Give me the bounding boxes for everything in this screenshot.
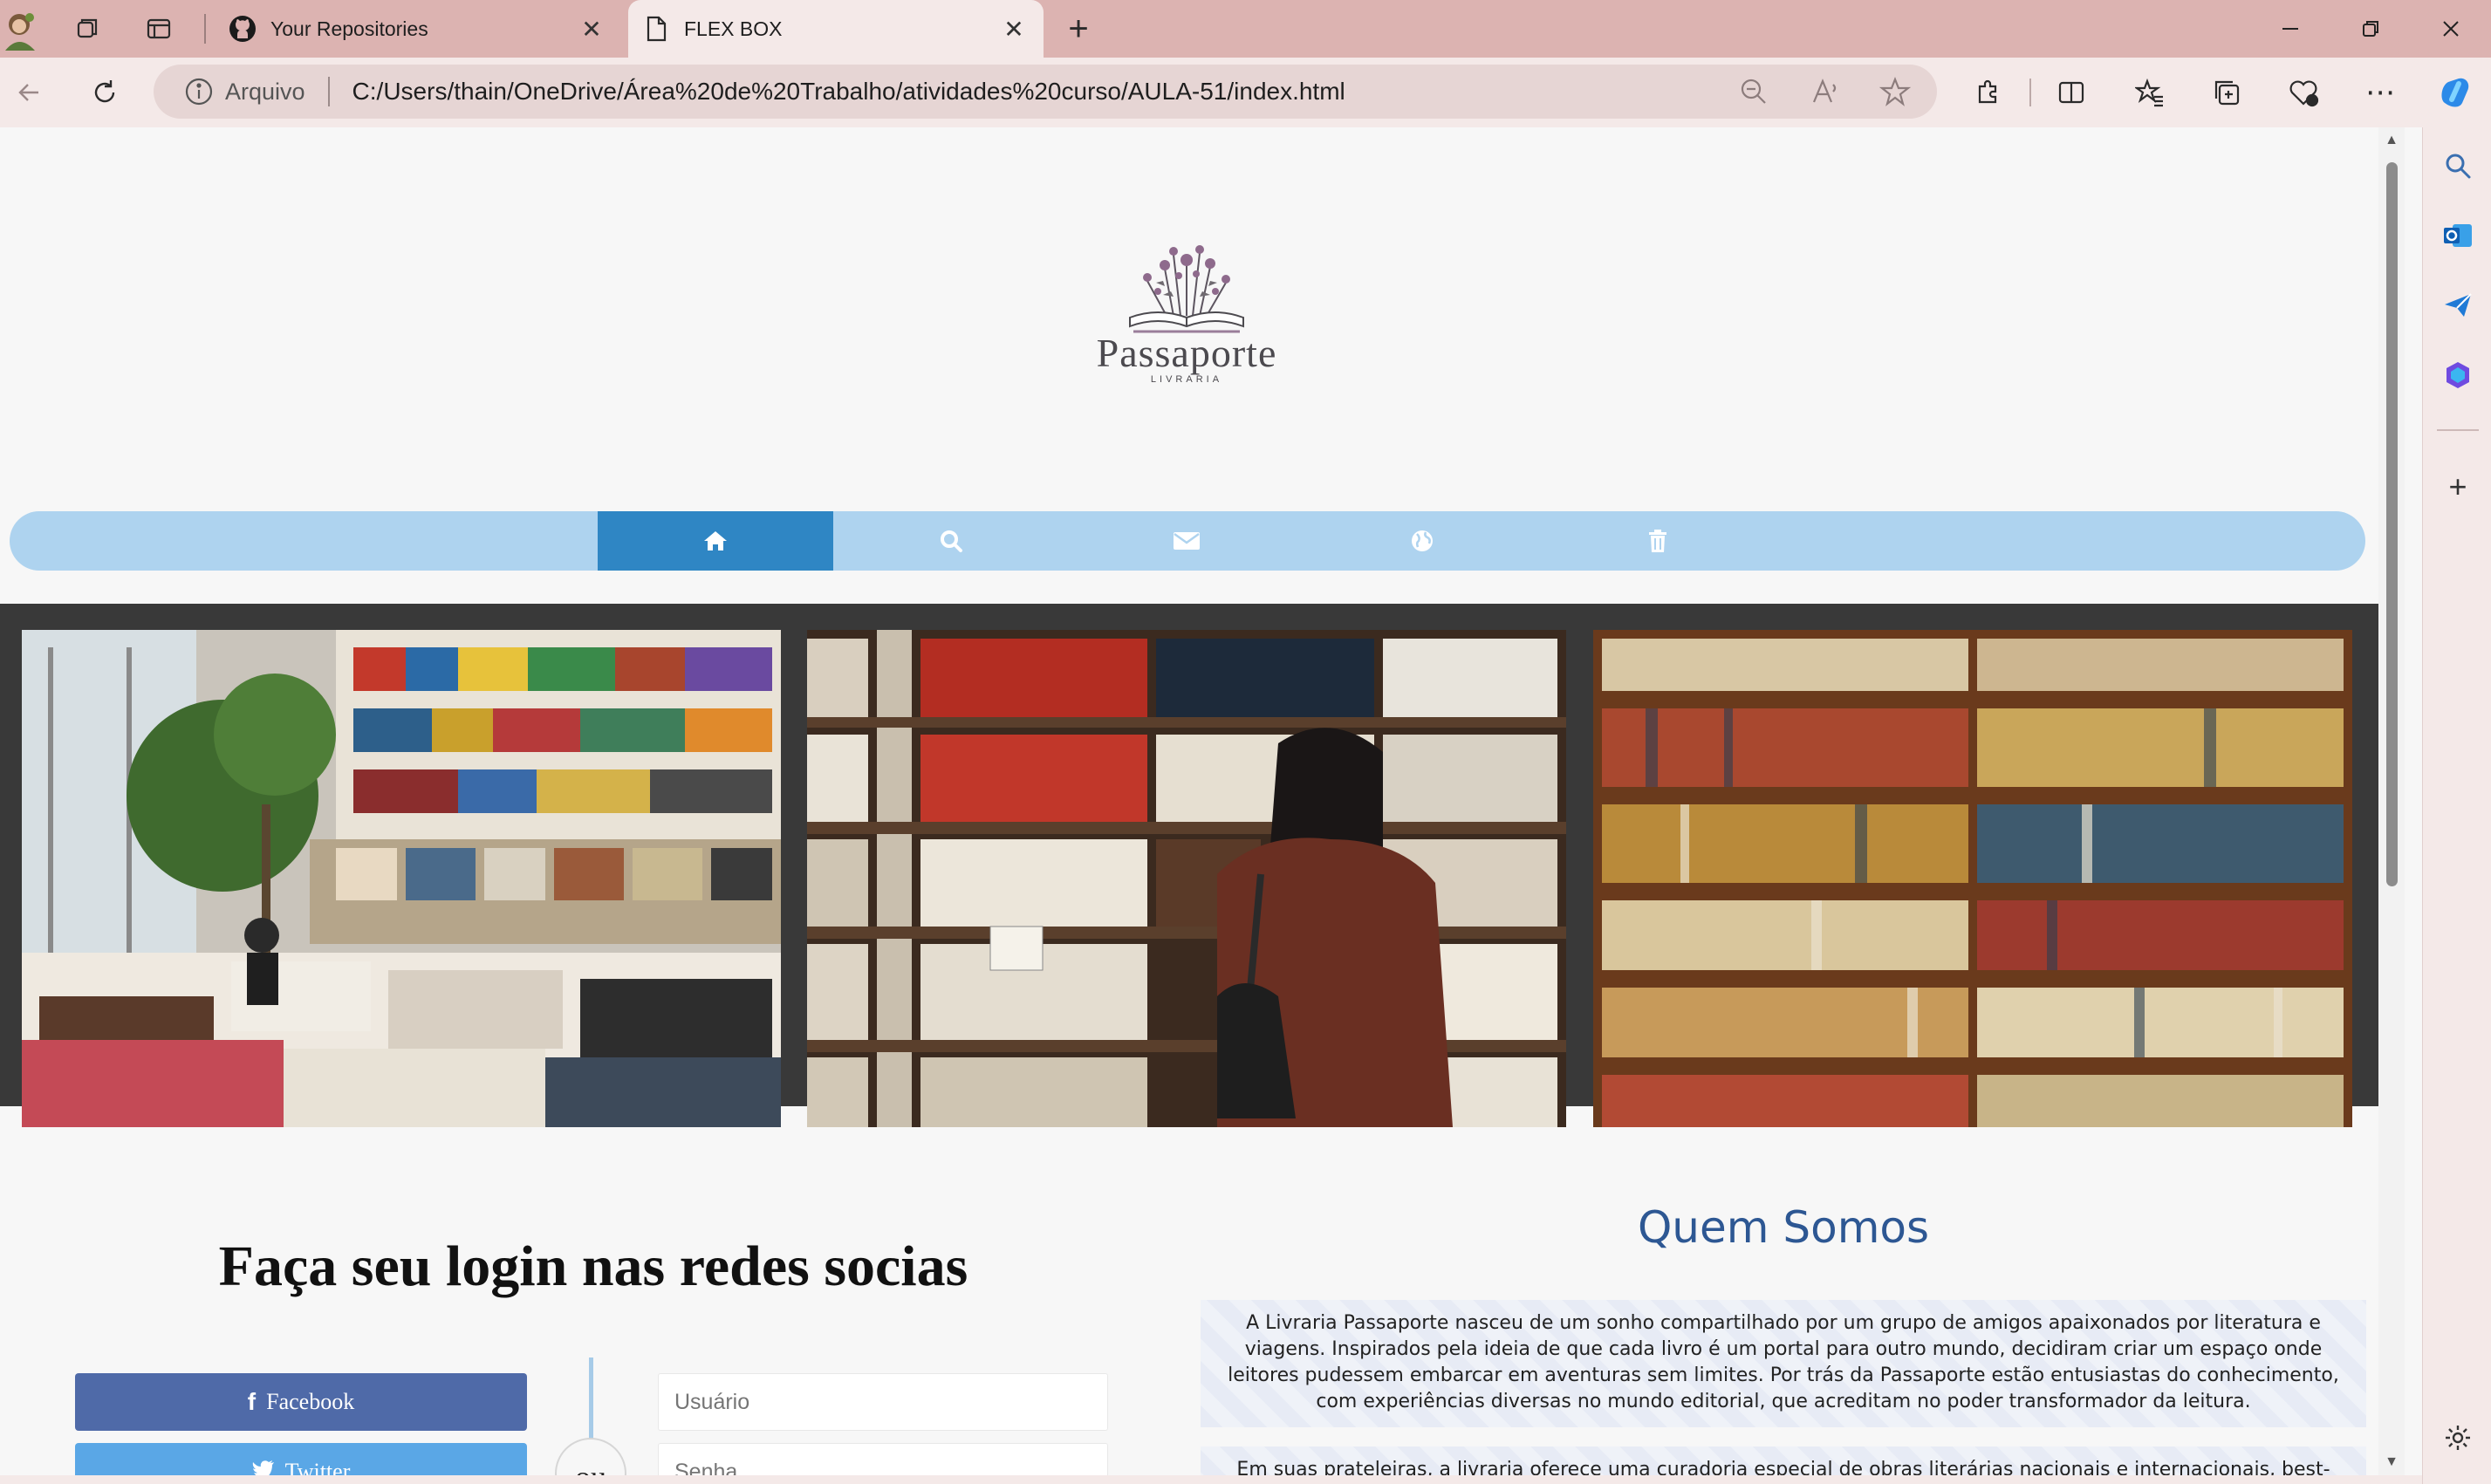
about-title: Quem Somos bbox=[1637, 1202, 1930, 1253]
refresh-icon[interactable] bbox=[84, 72, 126, 113]
envelope-icon bbox=[1174, 532, 1200, 550]
more-options-icon[interactable]: ⋯ bbox=[2359, 72, 2401, 113]
login-title: Faça seu login nas redes socias bbox=[218, 1234, 968, 1298]
bookstore-photo bbox=[22, 630, 781, 1127]
nav-search[interactable] bbox=[833, 511, 1069, 571]
minimize-icon[interactable] bbox=[2251, 0, 2330, 58]
browser-essentials-icon[interactable] bbox=[2282, 72, 2324, 113]
scroll-up-arrow-icon[interactable]: ▲ bbox=[2384, 133, 2399, 148]
globe-icon bbox=[1412, 530, 1433, 551]
tab-title: Your Repositories bbox=[270, 17, 428, 40]
sidebar-settings-gear-icon[interactable] bbox=[2437, 1417, 2479, 1459]
copilot-icon[interactable] bbox=[2434, 72, 2476, 113]
sidebar-search-icon[interactable] bbox=[2437, 145, 2479, 187]
home-icon bbox=[704, 531, 727, 551]
page-scrollbar[interactable]: ▲ ▼ bbox=[2378, 127, 2405, 1475]
scroll-down-arrow-icon[interactable]: ▼ bbox=[2384, 1454, 2399, 1470]
extensions-icon[interactable] bbox=[1967, 72, 2009, 113]
close-window-icon[interactable] bbox=[2412, 0, 2490, 58]
page-icon bbox=[640, 13, 672, 44]
favorites-icon[interactable] bbox=[2129, 72, 2171, 113]
scheme-label: Arquivo bbox=[225, 78, 305, 105]
send-paper-plane-icon[interactable] bbox=[2437, 284, 2479, 326]
trash-icon bbox=[1649, 530, 1666, 552]
sidebar-add-icon[interactable]: + bbox=[2437, 466, 2479, 508]
zoom-out-icon[interactable] bbox=[1738, 76, 1769, 107]
facebook-login-button[interactable]: f Facebook bbox=[75, 1373, 527, 1431]
toolbar-divider bbox=[2029, 79, 2031, 106]
tab-flex-box[interactable]: FLEX BOX ✕ bbox=[628, 0, 1044, 58]
nav-world[interactable] bbox=[1304, 511, 1540, 571]
microsoft-365-icon[interactable] bbox=[2437, 354, 2479, 396]
tab-actions-icon[interactable] bbox=[140, 11, 178, 46]
sidebar-separator bbox=[2437, 429, 2479, 431]
read-aloud-icon[interactable] bbox=[1810, 76, 1841, 107]
close-tab-icon[interactable]: ✕ bbox=[996, 11, 1031, 46]
tab-separator bbox=[204, 14, 206, 44]
tab-title: FLEX BOX bbox=[684, 17, 783, 40]
new-tab-plus-icon[interactable]: + bbox=[1059, 10, 1098, 48]
tab-your-repositories[interactable]: Your Repositories ✕ bbox=[215, 0, 621, 58]
photo-gallery bbox=[0, 604, 2378, 1127]
address-divider bbox=[327, 77, 330, 106]
logo-name: Passaporte bbox=[1096, 331, 1277, 375]
facebook-label: Facebook bbox=[266, 1389, 355, 1414]
nav-home[interactable] bbox=[598, 511, 833, 571]
back-arrow-icon[interactable] bbox=[9, 72, 51, 113]
collections-icon[interactable] bbox=[2206, 72, 2248, 113]
workspaces-icon[interactable] bbox=[68, 11, 106, 46]
close-tab-icon[interactable]: ✕ bbox=[574, 11, 609, 46]
browser-tab-bar: Your Repositories ✕ FLEX BOX ✕ + bbox=[0, 0, 2491, 58]
window-bottom-edge bbox=[0, 1475, 2422, 1484]
github-icon bbox=[227, 13, 258, 44]
restore-icon[interactable] bbox=[2331, 0, 2410, 58]
browser-toolbar: Arquivo C:/Users/thain/OneDrive/Área%20d… bbox=[0, 58, 2491, 127]
facebook-icon: f bbox=[247, 1388, 257, 1415]
about-paragraph-1: A Livraria Passaporte nasceu de um sonho… bbox=[1201, 1300, 2366, 1427]
favorite-star-icon[interactable] bbox=[1879, 76, 1912, 107]
info-icon[interactable] bbox=[183, 76, 215, 107]
nav-trash[interactable] bbox=[1540, 511, 1776, 571]
page-viewport: Passaporte LIVRARIA Faça seu login nas r… bbox=[0, 127, 2378, 1484]
search-icon bbox=[941, 530, 962, 552]
url-text[interactable]: C:/Users/thain/OneDrive/Área%20de%20Trab… bbox=[352, 78, 1345, 106]
woman-at-bookshelf-photo bbox=[807, 630, 1566, 1127]
outlook-icon[interactable] bbox=[2437, 215, 2479, 256]
split-screen-icon[interactable] bbox=[2050, 72, 2092, 113]
scroll-thumb[interactable] bbox=[2386, 162, 2398, 886]
browser-sidebar: + bbox=[2422, 127, 2491, 1484]
address-bar[interactable]: Arquivo C:/Users/thain/OneDrive/Área%20d… bbox=[154, 65, 1937, 119]
username-input[interactable] bbox=[658, 1373, 1108, 1431]
nav-contact[interactable] bbox=[1069, 511, 1304, 571]
site-logo[interactable]: Passaporte LIVRARIA bbox=[1082, 237, 1291, 403]
profile-avatar[interactable] bbox=[0, 7, 40, 51]
main-navigation bbox=[10, 511, 2365, 571]
bookshelf-photo bbox=[1593, 630, 2352, 1127]
flowers-book-icon bbox=[1129, 245, 1244, 333]
